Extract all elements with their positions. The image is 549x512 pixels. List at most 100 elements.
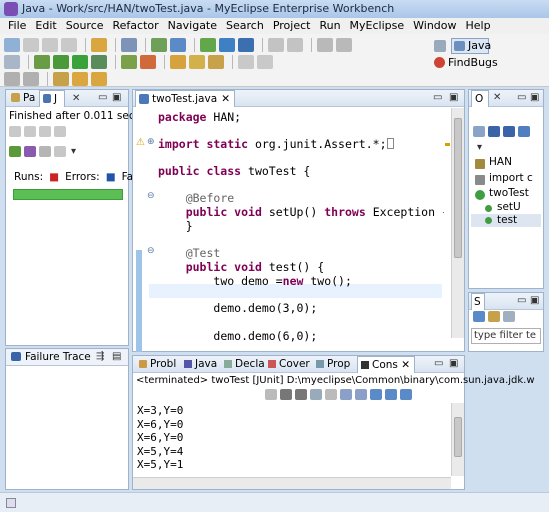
tab-twotest-java[interactable]: twoTest.java ✕ xyxy=(135,90,235,107)
hide-nonpublic-icon[interactable] xyxy=(518,126,530,137)
code-area[interactable]: package HAN; import static org.junit.Ass… xyxy=(149,108,449,351)
outline-item-class[interactable]: twoTest xyxy=(489,187,529,199)
history-icon[interactable] xyxy=(54,146,66,157)
menu-refactor[interactable]: Refactor xyxy=(109,18,164,34)
rerun-icon[interactable] xyxy=(9,146,21,157)
next-annotation-icon[interactable] xyxy=(4,71,20,86)
close-icon[interactable]: ✕ xyxy=(221,91,230,107)
fold-expand-icon[interactable]: ⊕ xyxy=(147,137,155,147)
annotation-icon[interactable] xyxy=(336,37,352,52)
tab-coverage[interactable]: Cover xyxy=(265,356,311,373)
run-browser-icon[interactable] xyxy=(151,37,167,52)
mark-occurrences-icon[interactable] xyxy=(257,54,273,69)
open-resource-icon[interactable] xyxy=(287,37,303,52)
remove-all-icon[interactable] xyxy=(295,389,307,400)
editor-vertical-scrollbar[interactable] xyxy=(451,108,464,338)
save-icon[interactable] xyxy=(23,37,39,52)
maximize-icon[interactable]: ▣ xyxy=(530,92,539,103)
tab-package-explorer[interactable]: Pa xyxy=(8,90,38,107)
outline-item-setup[interactable]: setU xyxy=(497,201,521,213)
new-wizard-icon[interactable] xyxy=(4,54,20,69)
coverage-icon[interactable] xyxy=(91,54,107,69)
run-last-icon[interactable] xyxy=(72,54,88,69)
clear-console-icon[interactable] xyxy=(310,389,322,400)
tab-properties[interactable]: Prop xyxy=(313,356,355,373)
view-menu-icon[interactable]: ✕ xyxy=(72,93,80,104)
outline-item-test[interactable]: test xyxy=(497,214,517,226)
tab-outline[interactable]: O xyxy=(471,90,489,107)
java-perspective-button[interactable]: Java xyxy=(451,38,491,54)
close-icon[interactable]: ✕ xyxy=(493,92,501,103)
hide-fields-icon[interactable] xyxy=(488,126,500,137)
server-icon[interactable] xyxy=(121,37,137,52)
fold-collapse-icon[interactable]: ⊖ xyxy=(147,191,155,201)
new-icon[interactable] xyxy=(4,37,20,52)
folder-icon[interactable] xyxy=(208,54,224,69)
save-all-icon[interactable] xyxy=(42,37,58,52)
warning-marker[interactable] xyxy=(445,143,450,146)
filter-input[interactable]: type filter te xyxy=(471,328,541,344)
maximize-icon[interactable]: ▣ xyxy=(112,92,121,103)
minimize-icon[interactable]: ▭ xyxy=(433,92,442,103)
new-package-icon[interactable] xyxy=(200,37,216,52)
scroll-lock-icon[interactable] xyxy=(54,126,66,137)
stop-icon[interactable] xyxy=(39,146,51,157)
close-icon[interactable]: ✕ xyxy=(401,357,410,373)
back-icon[interactable] xyxy=(72,71,88,86)
menu-myeclipse[interactable]: MyEclipse xyxy=(346,18,410,34)
rerun-failed-icon[interactable] xyxy=(24,146,36,157)
debug-icon[interactable] xyxy=(34,54,50,69)
tab-javadoc[interactable]: Java xyxy=(181,356,219,373)
hide-static-icon[interactable] xyxy=(503,126,515,137)
menu-search[interactable]: Search xyxy=(222,18,269,34)
new-class-icon[interactable] xyxy=(219,37,235,52)
scroll-lock-icon[interactable] xyxy=(325,389,337,400)
minimize-icon[interactable]: ▭ xyxy=(517,92,526,103)
tab-console[interactable]: Cons ✕ xyxy=(357,356,415,373)
console-vertical-scrollbar[interactable] xyxy=(451,403,464,476)
task-icon[interactable] xyxy=(317,37,333,52)
prev-annotation-icon[interactable] xyxy=(23,71,39,86)
new-snippet-icon[interactable] xyxy=(473,311,485,322)
fold-collapse-icon[interactable]: ⊖ xyxy=(147,246,155,256)
minimize-icon[interactable]: ▭ xyxy=(98,92,107,103)
menu-source[interactable]: Source xyxy=(62,18,109,34)
search-icon[interactable] xyxy=(238,54,254,69)
history-dropdown-icon[interactable]: ▾ xyxy=(71,146,76,157)
web-icon[interactable] xyxy=(170,37,186,52)
outline-item-imports[interactable]: import c xyxy=(489,172,533,184)
pencil-icon[interactable] xyxy=(189,54,205,69)
tab-snippets[interactable]: S xyxy=(471,293,485,310)
outline-item-package[interactable]: HAN xyxy=(489,156,512,168)
open-perspective-icon[interactable] xyxy=(434,40,446,52)
menu-navigate[interactable]: Navigate xyxy=(164,18,222,34)
show-failures-icon[interactable] xyxy=(39,126,51,137)
menu-project[interactable]: Project xyxy=(269,18,316,34)
menu-file[interactable]: File xyxy=(4,18,31,34)
tab-declaration[interactable]: Decla xyxy=(221,356,265,373)
maximize-icon[interactable]: ▣ xyxy=(530,295,539,306)
fast-view-icon[interactable] xyxy=(6,498,16,508)
menu-edit[interactable]: Edit xyxy=(31,18,61,34)
menu-help[interactable]: Help xyxy=(462,18,496,34)
minimize-icon[interactable]: ▭ xyxy=(517,295,526,306)
maximize-icon[interactable]: ▣ xyxy=(449,358,458,369)
scroll-thumb[interactable] xyxy=(454,118,462,258)
filter-stack-icon[interactable]: ⇶ xyxy=(96,351,104,362)
prev-failure-icon[interactable] xyxy=(24,126,36,137)
open-folder-icon[interactable] xyxy=(170,54,186,69)
run-icon[interactable] xyxy=(53,54,69,69)
pin-console-icon[interactable] xyxy=(370,389,382,400)
print-icon[interactable] xyxy=(61,37,77,52)
remove-launch-icon[interactable] xyxy=(280,389,292,400)
compare-result-icon[interactable]: ▤ xyxy=(112,351,121,362)
console-horizontal-scrollbar[interactable] xyxy=(133,477,451,489)
globe-icon[interactable] xyxy=(238,37,254,52)
next-failure-icon[interactable] xyxy=(9,126,21,137)
menu-window[interactable]: Window xyxy=(409,18,461,34)
tab-junit[interactable]: J xyxy=(39,90,65,107)
findbugs-perspective-button[interactable]: FindBugs xyxy=(434,56,498,69)
show-on-error-icon[interactable] xyxy=(355,389,367,400)
console-output[interactable]: X=3,Y=0 X=6,Y=0 X=6,Y=0 X=5,Y=4 X=5,Y=1 xyxy=(137,404,183,472)
tab-problems[interactable]: Probl xyxy=(136,356,180,373)
